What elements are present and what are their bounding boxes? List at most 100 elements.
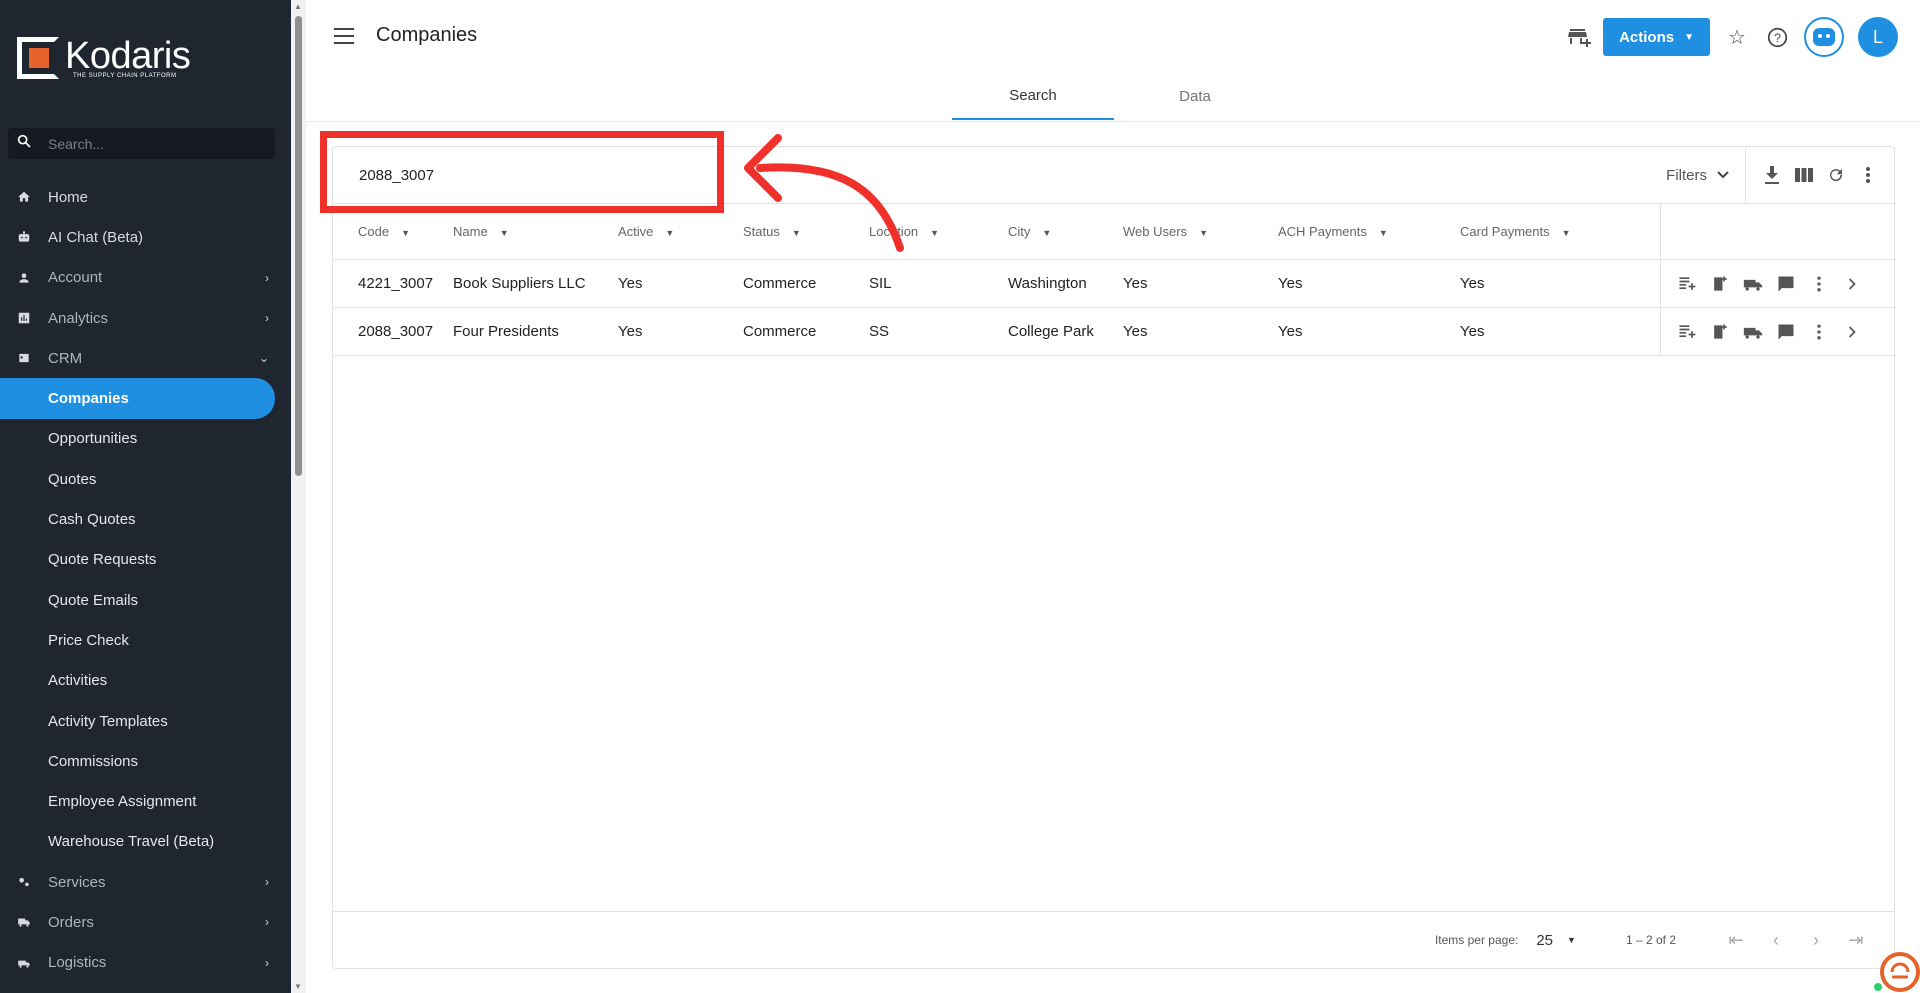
- sidebar-item-quotes[interactable]: Quotes: [0, 459, 291, 499]
- sidebar-item-activities[interactable]: Activities: [0, 661, 291, 701]
- sidebar-item-ai-chat[interactable]: AI Chat (Beta): [0, 217, 291, 257]
- sidebar-item-cash-quotes[interactable]: Cash Quotes: [0, 499, 291, 539]
- chevron-right-icon[interactable]: [1836, 318, 1869, 346]
- header-divider: [306, 121, 1920, 122]
- cell-name: Book Suppliers LLC: [453, 259, 618, 308]
- sidebar-item-quote-requests[interactable]: Quote Requests: [0, 540, 291, 580]
- search-icon: [16, 133, 38, 154]
- tab-data[interactable]: Data: [1114, 72, 1276, 120]
- user-avatar[interactable]: L: [1858, 17, 1898, 57]
- add-store-icon[interactable]: [1567, 25, 1592, 49]
- more-vert-icon[interactable]: [1852, 159, 1884, 191]
- cell-city: College Park: [1008, 307, 1123, 356]
- truck-icon[interactable]: [1737, 270, 1770, 298]
- sidebar-item-account[interactable]: Account ›: [0, 258, 291, 298]
- chevron-right-icon[interactable]: [1836, 270, 1869, 298]
- add-invoice-icon[interactable]: [1704, 270, 1737, 298]
- column-label: Active: [618, 224, 654, 239]
- sidebar-item-label: Employee Assignment: [48, 793, 197, 811]
- caret-down-icon: ▼: [1567, 935, 1576, 945]
- sidebar-item-warehouse-travel[interactable]: Warehouse Travel (Beta): [0, 822, 291, 862]
- chat-support-icon[interactable]: [1872, 946, 1920, 993]
- add-invoice-icon[interactable]: [1704, 318, 1737, 346]
- table-toolbar: Filters: [1666, 147, 1894, 203]
- sidebar: Kodaris THE SUPPLY CHAIN PLATFORM Home A…: [0, 0, 291, 993]
- sidebar-item-opportunities[interactable]: Opportunities: [0, 419, 291, 459]
- download-icon[interactable]: [1756, 159, 1788, 191]
- help-icon[interactable]: ?: [1764, 24, 1790, 50]
- filters-button[interactable]: Filters: [1666, 147, 1746, 203]
- actions-button[interactable]: Actions ▼: [1603, 18, 1710, 56]
- logo-tagline: THE SUPPLY CHAIN PLATFORM: [73, 73, 177, 79]
- first-page-icon[interactable]: ⇤: [1716, 930, 1756, 951]
- sidebar-scrollbar[interactable]: ▲ ▼: [291, 0, 306, 993]
- sidebar-item-companies[interactable]: Companies: [0, 378, 275, 419]
- sidebar-item-orders[interactable]: Orders ›: [0, 902, 291, 942]
- orders-icon: [16, 914, 32, 930]
- sidebar-item-label: Commissions: [48, 752, 139, 770]
- truck-icon[interactable]: [1737, 318, 1770, 346]
- sort-caret-icon[interactable]: ▼: [930, 228, 939, 238]
- table-row[interactable]: 4221_3007 Book Suppliers LLC Yes Commerc…: [333, 259, 1896, 308]
- next-page-icon[interactable]: ›: [1796, 930, 1836, 951]
- star-icon[interactable]: ☆: [1724, 24, 1750, 50]
- tab-search[interactable]: Search: [952, 72, 1114, 120]
- cell-status: Commerce: [743, 259, 869, 308]
- sidebar-item-quote-emails[interactable]: Quote Emails: [0, 580, 291, 620]
- more-vert-icon[interactable]: [1803, 318, 1836, 346]
- refresh-icon[interactable]: [1820, 159, 1852, 191]
- sidebar-item-label: Services: [48, 873, 106, 891]
- columns-icon[interactable]: [1788, 159, 1820, 191]
- sidebar-item-analytics[interactable]: Analytics ›: [0, 298, 291, 338]
- column-header-web-users[interactable]: Web Users ▼: [1123, 203, 1278, 260]
- account-icon: [16, 270, 32, 286]
- sort-caret-icon[interactable]: ▼: [1562, 228, 1571, 238]
- kodaris-logo[interactable]: Kodaris THE SUPPLY CHAIN PLATFORM: [17, 34, 191, 82]
- cell-web-users: Yes: [1123, 259, 1278, 308]
- sidebar-item-services[interactable]: Services ›: [0, 862, 291, 902]
- column-header-ach-payments[interactable]: ACH Payments ▼: [1278, 203, 1460, 260]
- table-row[interactable]: 2088_3007 Four Presidents Yes Commerce S…: [333, 307, 1896, 356]
- sidebar-item-label: Quote Emails: [48, 591, 139, 609]
- column-label: ACH Payments: [1278, 224, 1367, 239]
- sidebar-item-employee-assignment[interactable]: Employee Assignment: [0, 781, 291, 821]
- column-label: Web Users: [1123, 224, 1188, 239]
- scrollbar-thumb[interactable]: [295, 16, 302, 476]
- sidebar-search-input[interactable]: [48, 135, 248, 152]
- items-per-page-label: Items per page:: [1434, 933, 1519, 947]
- menu-icon[interactable]: [334, 28, 354, 44]
- top-bar: Companies Actions ▼ ☆ ? L: [306, 0, 1920, 72]
- last-page-icon[interactable]: ⇥: [1836, 930, 1876, 951]
- sort-caret-icon[interactable]: ▼: [665, 228, 674, 238]
- items-per-page-select[interactable]: 25 ▼: [1536, 932, 1576, 949]
- comment-icon[interactable]: [1770, 318, 1803, 346]
- ai-assistant-icon[interactable]: [1804, 17, 1844, 57]
- cell-active: Yes: [618, 259, 743, 308]
- more-vert-icon[interactable]: [1803, 270, 1836, 298]
- sort-caret-icon[interactable]: ▼: [1199, 228, 1208, 238]
- scroll-down-arrow-icon[interactable]: ▼: [294, 982, 302, 991]
- scroll-up-arrow-icon[interactable]: ▲: [294, 2, 302, 11]
- sort-caret-icon[interactable]: ▼: [1042, 228, 1051, 238]
- row-actions: [1659, 259, 1896, 308]
- cell-location: SIL: [869, 259, 1008, 308]
- sidebar-item-crm[interactable]: CRM ⌄: [0, 338, 291, 378]
- column-header-card-payments[interactable]: Card Payments ▼: [1460, 203, 1660, 260]
- sort-caret-icon[interactable]: ▼: [1379, 228, 1388, 238]
- add-note-icon[interactable]: [1671, 318, 1704, 346]
- sidebar-item-price-check[interactable]: Price Check: [0, 620, 291, 660]
- sidebar-search[interactable]: [8, 128, 275, 159]
- sidebar-item-logistics[interactable]: Logistics ›: [0, 943, 291, 983]
- sidebar-item-commissions[interactable]: Commissions: [0, 741, 291, 781]
- cell-code: 4221_3007: [333, 259, 453, 308]
- cell-card-payments: Yes: [1460, 259, 1660, 308]
- previous-page-icon[interactable]: ‹: [1756, 930, 1796, 951]
- cell-code: 2088_3007: [333, 307, 453, 356]
- column-header-city[interactable]: City ▼: [1008, 203, 1123, 260]
- comment-icon[interactable]: [1770, 270, 1803, 298]
- add-note-icon[interactable]: [1671, 270, 1704, 298]
- sort-caret-icon[interactable]: ▼: [500, 228, 509, 238]
- sidebar-item-home[interactable]: Home: [0, 177, 291, 217]
- sort-caret-icon[interactable]: ▼: [401, 228, 410, 238]
- sidebar-item-activity-templates[interactable]: Activity Templates: [0, 701, 291, 741]
